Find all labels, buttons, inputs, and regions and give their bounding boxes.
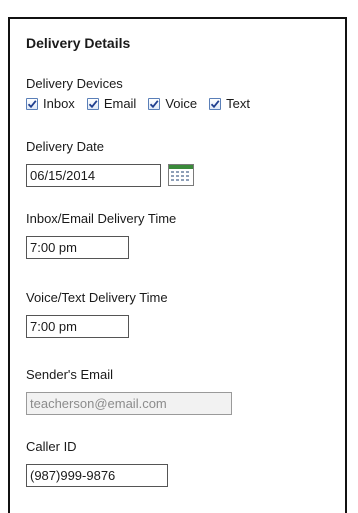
- checkmark-icon: [88, 99, 98, 108]
- email-option-label: Email: [103, 96, 137, 111]
- delivery-devices-label: Delivery Devices: [26, 76, 123, 91]
- inbox-email-time-label: Inbox/Email Delivery Time: [26, 211, 177, 226]
- delivery-date-label: Delivery Date: [26, 139, 105, 154]
- voice-text-time-label: Voice/Text Delivery Time: [26, 290, 168, 305]
- device-option-voice[interactable]: Voice: [148, 96, 197, 111]
- checkmark-icon: [150, 99, 159, 108]
- email-checkbox[interactable]: [86, 97, 99, 110]
- device-option-text[interactable]: Text: [209, 96, 250, 111]
- inbox-email-time-input[interactable]: 7:00 pm: [26, 236, 129, 259]
- delivery-devices-group: Inbox Email Voice Text: [26, 96, 250, 111]
- inbox-checkbox[interactable]: [26, 97, 38, 110]
- voice-text-time-input[interactable]: 7:00 pm: [26, 315, 129, 338]
- text-checkbox[interactable]: [209, 97, 222, 110]
- device-option-inbox[interactable]: Inbox: [26, 96, 75, 111]
- delivery-date-input[interactable]: 06/15/2014: [26, 164, 161, 187]
- caller-id-input[interactable]: (987)999-9876: [26, 464, 168, 487]
- device-option-email[interactable]: Email: [86, 96, 137, 111]
- calendar-icon[interactable]: [168, 164, 194, 186]
- checkmark-icon: [27, 99, 37, 108]
- delivery-details-panel: Delivery Details Delivery Devices Inbox …: [8, 17, 347, 513]
- sender-email-input: teacherson@email.com: [26, 392, 232, 415]
- section-title: Delivery Details: [26, 35, 131, 51]
- text-option-label: Text: [226, 96, 250, 111]
- voice-option-label: Voice: [165, 96, 198, 111]
- voice-checkbox[interactable]: [148, 97, 161, 110]
- caller-id-label: Caller ID: [26, 439, 77, 454]
- checkmark-icon: [210, 99, 220, 108]
- sender-email-label: Sender's Email: [26, 367, 114, 382]
- inbox-option-label: Inbox: [43, 96, 75, 111]
